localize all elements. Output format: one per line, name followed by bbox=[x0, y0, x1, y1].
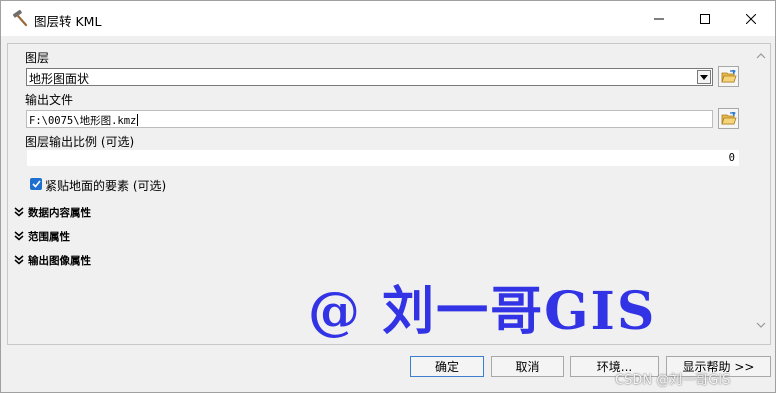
section-data-content[interactable]: 数据内容属性 bbox=[13, 204, 91, 220]
close-icon bbox=[746, 13, 756, 24]
scale-input[interactable]: 0 bbox=[26, 149, 740, 167]
dropdown-arrow-icon[interactable] bbox=[697, 70, 711, 84]
output-file-value: F:\0075\地形图.kmz bbox=[29, 115, 137, 127]
checkmark-icon bbox=[31, 180, 41, 188]
section-label: 范围属性 bbox=[28, 230, 70, 243]
layer-browse-button[interactable] bbox=[718, 66, 739, 87]
layer-combobox[interactable]: 地形图面状 bbox=[26, 68, 713, 86]
maximize-icon bbox=[700, 13, 710, 24]
clamp-to-ground-label: 紧贴地面的要素 (可选) bbox=[45, 179, 167, 193]
author-watermark: @ 刘一哥GIS bbox=[308, 281, 657, 342]
hammer-tool-icon bbox=[11, 9, 29, 27]
section-label: 数据内容属性 bbox=[28, 206, 91, 219]
csdn-watermark: CSDN @刘一哥GIS bbox=[615, 373, 731, 388]
output-file-input[interactable]: F:\0075\地形图.kmz bbox=[26, 110, 713, 128]
section-extent[interactable]: 范围属性 bbox=[13, 228, 70, 244]
scale-value: 0 bbox=[728, 152, 735, 164]
text-caret bbox=[137, 114, 139, 126]
ok-button[interactable]: 确定 bbox=[410, 356, 484, 377]
close-button[interactable] bbox=[728, 1, 774, 36]
section-label: 输出图像属性 bbox=[28, 254, 91, 267]
double-chevron-down-icon bbox=[14, 231, 24, 241]
output-file-label: 输出文件 bbox=[25, 93, 74, 107]
dialog-window: 图层转 KML 图层 地形图面状 输出文件 F:\0075\地形图.kmz 图层… bbox=[0, 0, 776, 393]
section-output-image[interactable]: 输出图像属性 bbox=[13, 252, 91, 268]
clamp-to-ground-checkbox[interactable] bbox=[30, 178, 42, 190]
dialog-content-pane: 图层 地形图面状 输出文件 F:\0075\地形图.kmz 图层输出比例 (可选… bbox=[7, 43, 771, 345]
minimize-icon bbox=[654, 18, 664, 19]
scroll-up-arrow-icon[interactable] bbox=[756, 48, 766, 62]
title-bar[interactable]: 图层转 KML bbox=[1, 1, 775, 36]
minimize-button[interactable] bbox=[636, 1, 682, 36]
cancel-button[interactable]: 取消 bbox=[491, 356, 564, 377]
double-chevron-down-icon bbox=[14, 207, 24, 217]
open-folder-icon bbox=[720, 111, 737, 124]
scroll-down-arrow-icon[interactable] bbox=[756, 318, 766, 332]
layer-combobox-value: 地形图面状 bbox=[29, 72, 90, 86]
output-browse-button[interactable] bbox=[718, 108, 739, 129]
layer-label: 图层 bbox=[25, 51, 50, 65]
maximize-button[interactable] bbox=[682, 1, 728, 36]
scale-label: 图层输出比例 (可选) bbox=[25, 135, 135, 149]
double-chevron-down-icon bbox=[14, 255, 24, 265]
window-title: 图层转 KML bbox=[34, 14, 102, 29]
open-folder-icon bbox=[720, 69, 737, 82]
